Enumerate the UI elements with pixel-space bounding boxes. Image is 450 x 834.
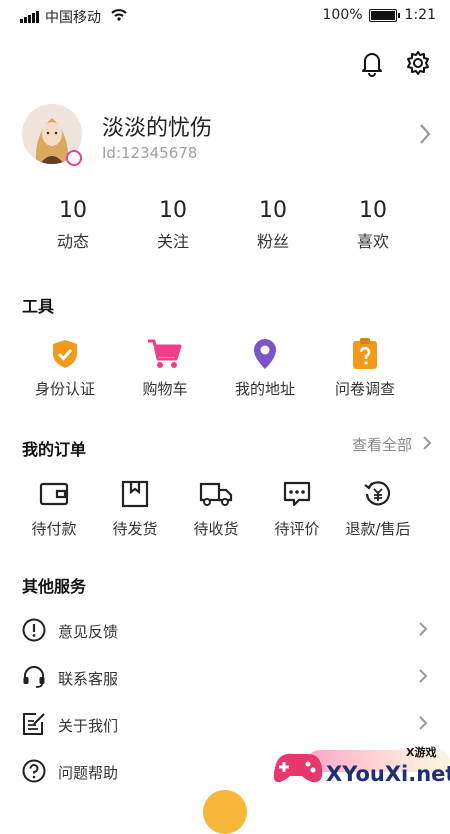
stat-fans[interactable]: 10 粉丝 — [223, 198, 323, 252]
watermark: X游戏 XYouXi.net — [268, 740, 450, 800]
view-all-orders-link[interactable]: 查看全部 — [352, 434, 432, 455]
chevron-right-icon — [422, 435, 432, 455]
chevron-right-icon[interactable] — [418, 122, 432, 150]
watermark-cn: X游戏 — [406, 746, 437, 759]
order-pending-shipment[interactable]: 待发货 — [95, 478, 175, 539]
order-pending-review[interactable]: 待评价 — [257, 478, 337, 539]
carrier-label: 中国移动 — [45, 10, 101, 26]
tool-identity[interactable]: 身份认证 — [15, 336, 115, 399]
watermark-en: XYouXi.net — [326, 762, 450, 786]
stat-label: 关注 — [156, 232, 189, 251]
tools-grid: 身份认证 购物车 我的地址 问卷调查 — [0, 336, 450, 399]
tool-label: 问卷调查 — [334, 380, 395, 398]
status-bar: 中国移动 100% 1:21 — [0, 0, 450, 30]
tool-label: 身份认证 — [34, 380, 95, 398]
tools-title: 工具 — [22, 297, 55, 316]
service-label: 联系客服 — [58, 670, 119, 688]
orders-title: 我的订单 — [22, 440, 87, 459]
tool-survey[interactable]: 问卷调查 — [315, 336, 415, 399]
order-label: 退款/售后 — [345, 520, 411, 538]
refund-icon — [363, 478, 393, 510]
location-pin-icon — [251, 336, 279, 372]
stat-value: 10 — [159, 198, 187, 223]
order-pending-receipt[interactable]: 待收货 — [176, 478, 256, 539]
wallet-icon — [39, 478, 69, 510]
stat-value: 10 — [359, 198, 387, 223]
stat-value: 10 — [59, 198, 87, 223]
order-label: 待发货 — [112, 520, 158, 538]
bell-icon[interactable] — [357, 48, 387, 78]
stat-following[interactable]: 10 关注 — [123, 198, 223, 252]
profile-name: 淡淡的忧伤 — [102, 116, 213, 141]
service-customer-support[interactable]: 联系客服 — [0, 654, 450, 701]
comment-icon — [282, 478, 312, 510]
gear-icon[interactable] — [403, 48, 433, 78]
signal-icon — [20, 11, 39, 23]
wifi-icon — [111, 9, 127, 25]
feedback-icon — [22, 618, 46, 646]
stat-likes[interactable]: 10 喜欢 — [323, 198, 423, 252]
tool-cart[interactable]: 购物车 — [115, 336, 215, 399]
questionnaire-icon — [351, 336, 379, 372]
gender-badge-icon — [66, 150, 82, 166]
chevron-right-icon — [418, 715, 428, 735]
truck-icon — [199, 478, 233, 510]
help-icon — [22, 759, 46, 787]
cart-icon — [146, 336, 184, 372]
chevron-right-icon — [418, 621, 428, 641]
tool-address[interactable]: 我的地址 — [215, 336, 315, 399]
battery-percent: 100% — [322, 7, 363, 23]
tool-label: 我的地址 — [234, 380, 295, 398]
stat-label: 喜欢 — [356, 232, 389, 251]
services-title: 其他服务 — [22, 577, 87, 596]
floating-action-button[interactable] — [203, 790, 247, 834]
stat-label: 动态 — [56, 232, 89, 251]
shield-check-icon — [50, 336, 80, 372]
orders-row: 待付款 待发货 待收货 待评价 退款/售后 — [0, 478, 450, 539]
order-pending-payment[interactable]: 待付款 — [14, 478, 94, 539]
battery-icon — [368, 8, 400, 22]
service-label: 关于我们 — [58, 717, 119, 735]
order-label: 待付款 — [31, 520, 77, 538]
service-label: 意见反馈 — [58, 623, 119, 641]
profile-card[interactable]: 淡淡的忧伤 Id:12345678 — [22, 104, 432, 168]
headset-icon — [22, 665, 46, 693]
chevron-right-icon — [418, 668, 428, 688]
clock: 1:21 — [404, 7, 436, 23]
tool-label: 购物车 — [142, 380, 188, 398]
service-label: 问题帮助 — [58, 764, 119, 782]
stat-posts[interactable]: 10 动态 — [23, 198, 123, 252]
view-all-label: 查看全部 — [351, 436, 412, 454]
package-icon — [121, 478, 149, 510]
service-feedback[interactable]: 意见反馈 — [0, 607, 450, 654]
about-icon — [22, 712, 46, 740]
stats-row: 10 动态 10 关注 10 粉丝 10 喜欢 — [0, 198, 450, 252]
stat-label: 粉丝 — [256, 232, 289, 251]
stat-value: 10 — [259, 198, 287, 223]
profile-id: Id:12345678 — [102, 144, 198, 162]
order-refund[interactable]: 退款/售后 — [338, 478, 418, 539]
order-label: 待评价 — [274, 520, 320, 538]
order-label: 待收货 — [193, 520, 239, 538]
